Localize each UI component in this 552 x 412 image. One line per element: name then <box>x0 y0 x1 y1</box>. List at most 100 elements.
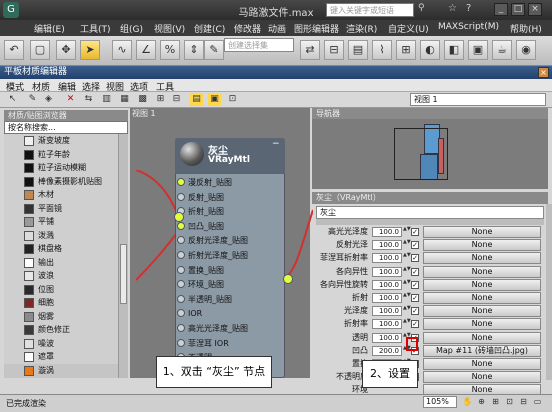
browser-item[interactable]: 泼溅 <box>4 229 128 243</box>
enable-checkbox[interactable]: ✓ <box>411 280 419 289</box>
menu-views[interactable]: 视图(V) <box>154 22 185 35</box>
browser-search-input[interactable]: 按名称搜索... <box>4 121 128 134</box>
slot-socket-icon[interactable] <box>177 251 185 259</box>
move-children-icon[interactable]: ⇆ <box>82 93 95 106</box>
parameter-value[interactable]: 100.0 <box>372 332 402 343</box>
slot-socket-icon[interactable] <box>177 236 185 245</box>
node-slot[interactable]: 漫反射_贴图 <box>176 176 284 189</box>
parameter-value[interactable]: 200.0 <box>372 345 402 356</box>
browser-item[interactable]: 漩涡 <box>4 363 128 378</box>
node-slot[interactable]: 环境_贴图 <box>176 278 284 291</box>
slot-socket-icon[interactable] <box>177 178 185 186</box>
close-button[interactable]: × <box>528 3 542 16</box>
star-icon[interactable]: ☆ <box>448 3 462 16</box>
pan-icon[interactable]: ✋ <box>462 396 473 407</box>
select-object-icon[interactable]: ➤ <box>80 40 100 60</box>
menu-maxscript[interactable]: MAXScript(M) <box>438 22 499 32</box>
zoom-selected-icon[interactable]: ⊟ <box>518 396 529 407</box>
parameter-value[interactable]: 100.0 <box>372 253 402 264</box>
browser-item[interactable]: 粒子年龄 <box>4 148 128 162</box>
browser-item[interactable]: 波浪 <box>4 269 128 283</box>
menu-group[interactable]: 组(G) <box>120 22 143 35</box>
material-map-navigator-icon[interactable]: ▤ <box>190 93 203 106</box>
angle-snap-icon[interactable]: ∠ <box>136 40 156 60</box>
menu-edit[interactable]: 编辑(E) <box>34 22 65 35</box>
undo-icon[interactable]: ↶ <box>4 40 24 60</box>
zoom-dropdown[interactable]: 105% <box>423 396 457 408</box>
slot-socket-icon[interactable] <box>177 309 185 318</box>
menu-tools[interactable]: 工具(T) <box>80 22 111 35</box>
slot-socket-icon[interactable] <box>177 221 185 230</box>
node-slot[interactable]: IOR <box>176 307 284 320</box>
spinner-icon[interactable]: ▲▼ <box>403 227 411 237</box>
spinner-icon[interactable]: ▲▼ <box>403 279 411 290</box>
menu-animation[interactable]: 动画 <box>268 22 286 35</box>
map-button[interactable]: None <box>423 239 541 252</box>
spinner-icon[interactable]: ▲▼ <box>403 240 411 250</box>
menu-rendering[interactable]: 渲染(R) <box>346 22 377 35</box>
layer-icon[interactable]: ▤ <box>348 40 368 60</box>
select-by-material-icon[interactable]: ⊡ <box>226 93 239 106</box>
zoom-region-icon[interactable]: ⊞ <box>490 396 501 407</box>
help-icon[interactable]: ? <box>466 3 480 16</box>
view-tab[interactable]: 视图 1 <box>132 109 172 119</box>
select-icon[interactable]: ▢ <box>30 40 50 60</box>
browser-item[interactable]: 木材 <box>4 188 128 202</box>
node-slot[interactable]: 折射_贴图 <box>176 205 284 218</box>
map-button[interactable]: None <box>423 371 541 384</box>
map-button[interactable]: None <box>423 265 541 278</box>
mirror-icon[interactable]: ⇄ <box>300 40 320 60</box>
parameter-editor-icon[interactable]: ▣ <box>208 93 221 106</box>
slot-socket-icon[interactable] <box>177 338 185 347</box>
edit-named-selection-icon[interactable]: ✎ <box>204 40 224 60</box>
render-icon[interactable]: ☕ <box>492 40 512 60</box>
show-background-icon[interactable]: ▩ <box>136 93 149 106</box>
map-button[interactable]: None <box>423 292 541 304</box>
enable-checkbox[interactable]: ✓ <box>411 294 419 302</box>
maximize-view-icon[interactable]: ▭ <box>532 396 543 407</box>
slot-socket-icon[interactable] <box>177 280 185 289</box>
browser-item[interactable]: 烟雾 <box>4 310 128 324</box>
menu-customize[interactable]: 自定义(U) <box>388 22 429 35</box>
slot-socket-icon[interactable] <box>177 265 185 274</box>
hide-unused-slots-icon[interactable]: ▥ <box>100 93 113 106</box>
menu-create[interactable]: 创建(C) <box>194 22 225 35</box>
parameter-value[interactable]: 100.0 <box>372 293 402 303</box>
slot-socket-icon[interactable] <box>177 192 185 201</box>
input-socket-highlight-icon[interactable] <box>174 212 184 222</box>
slot-socket-icon[interactable] <box>177 294 185 303</box>
enable-checkbox[interactable]: ✓ <box>411 267 419 276</box>
spinner-icon[interactable]: ▲▼ <box>403 266 411 277</box>
browser-item[interactable]: 渐变坡度 <box>4 134 128 148</box>
parameter-value[interactable]: 100.0 <box>372 266 402 277</box>
search-input[interactable]: 键入关键字或短语 <box>326 3 414 17</box>
spinner-icon[interactable]: ▲▼ <box>403 293 411 303</box>
map-button[interactable]: None <box>423 252 541 265</box>
zoom-icon[interactable]: ⊕ <box>476 396 487 407</box>
minimize-button[interactable]: _ <box>494 3 508 16</box>
curve-editor-icon[interactable]: ⌇ <box>372 40 392 60</box>
browser-item[interactable]: 平铺 <box>4 215 128 229</box>
assign-material-icon[interactable]: ◈ <box>42 93 55 106</box>
parameter-value[interactable]: 100.0 <box>372 306 402 317</box>
menu-modifiers[interactable]: 修改器 <box>234 22 261 35</box>
align-icon[interactable]: ⊟ <box>324 40 344 60</box>
binoculars-icon[interactable]: ⚲ <box>418 3 432 16</box>
browser-item[interactable]: 颜色修正 <box>4 323 128 337</box>
zoom-extents-icon[interactable]: ⊡ <box>504 396 515 407</box>
move-icon[interactable]: ✥ <box>56 40 76 60</box>
sme-close-button[interactable]: × <box>538 67 549 78</box>
select-tool-icon[interactable]: ↖ <box>6 93 19 106</box>
browser-item[interactable]: 遮罩 <box>4 350 128 364</box>
node-slot[interactable]: 凹凸_贴图 <box>176 220 284 233</box>
render-production-icon[interactable]: ◉ <box>516 40 536 60</box>
parameter-value[interactable]: 100.0 <box>372 319 402 330</box>
spinner-icon[interactable]: ▲▼ <box>403 253 411 263</box>
browser-item[interactable]: 棒像素摄影机贴图 <box>4 175 128 189</box>
enable-checkbox[interactable]: ✓ <box>411 241 419 250</box>
parameter-value[interactable]: 100.0 <box>372 279 402 290</box>
node-slot[interactable]: 反射光泽度_贴图 <box>176 234 284 247</box>
render-frame-icon[interactable]: ▣ <box>468 40 488 60</box>
map-button[interactable]: None <box>423 278 541 291</box>
map-button[interactable]: None <box>423 305 541 318</box>
